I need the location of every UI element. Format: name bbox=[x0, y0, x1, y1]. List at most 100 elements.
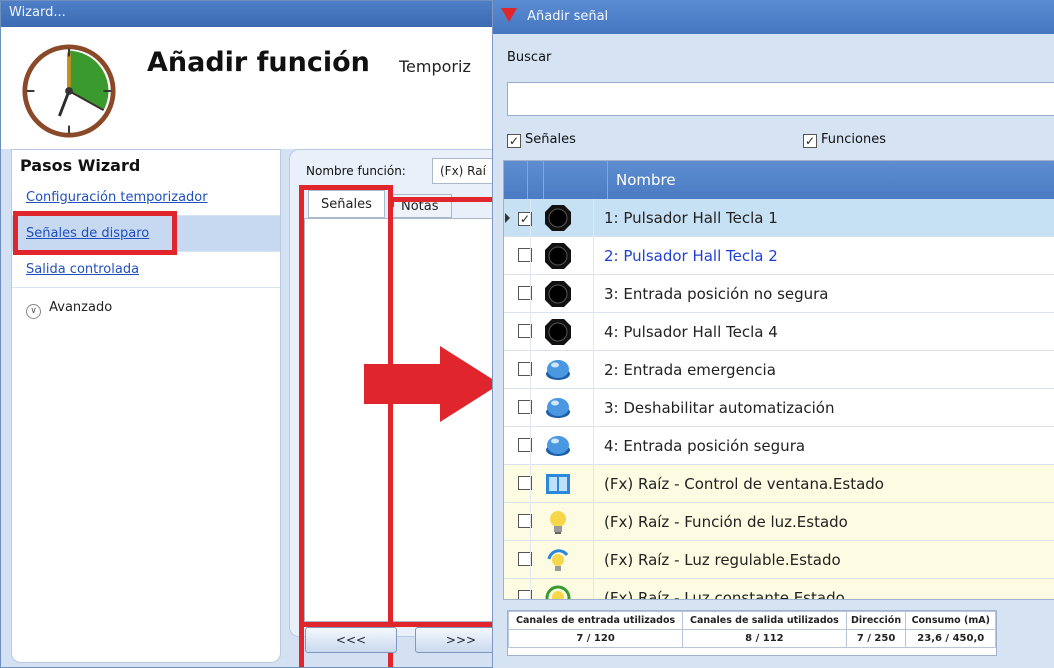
wizard-subheading: Temporiz bbox=[399, 57, 471, 76]
row-indicator bbox=[504, 199, 512, 237]
row-checkbox-cell bbox=[512, 437, 532, 454]
usage-stats-table: Canales de entrada utilizados Canales de… bbox=[507, 610, 997, 656]
wizard-heading: Añadir función bbox=[147, 47, 370, 78]
list-item[interactable]: 4: Pulsador Hall Tecla 4 bbox=[504, 312, 1054, 351]
filter-functions-label: Funciones bbox=[821, 132, 886, 147]
filter-signals-checkbox[interactable]: ✓ Señales bbox=[507, 132, 576, 148]
signals-grid: Nombre ✓ 1: Pulsador Hall Tecla 1 2: Pulsa… bbox=[503, 160, 1054, 600]
row-selector-icon bbox=[505, 212, 510, 223]
row-checkbox-cell bbox=[512, 285, 532, 302]
list-item[interactable]: 3: Deshabilitar automatización bbox=[504, 388, 1054, 427]
row-name: 4: Pulsador Hall Tecla 4 bbox=[604, 322, 778, 341]
row-icon-cell bbox=[530, 578, 594, 599]
grid-header-indicator bbox=[504, 161, 528, 199]
wizard-titlebar[interactable]: Wizard... bbox=[1, 1, 499, 27]
stats-value: 7 / 250 bbox=[845, 629, 907, 648]
steps-title: Pasos Wizard bbox=[20, 156, 141, 175]
row-checkbox-cell bbox=[512, 551, 532, 568]
row-icon-cell bbox=[530, 388, 594, 427]
blue-pushbutton-icon bbox=[545, 395, 571, 421]
row-icon-cell bbox=[530, 274, 594, 313]
row-name: 2: Pulsador Hall Tecla 2 bbox=[604, 246, 778, 265]
stats-header: Canales de salida utilizados bbox=[682, 611, 847, 630]
clock-icon bbox=[22, 44, 116, 138]
list-item[interactable]: 2: Entrada emergencia bbox=[504, 350, 1054, 389]
row-name: (Fx) Raíz - Función de luz.Estado bbox=[604, 512, 848, 531]
list-item[interactable]: ✓ 1: Pulsador Hall Tecla 1 bbox=[504, 198, 1054, 237]
row-name: 2: Entrada emergencia bbox=[604, 360, 776, 379]
stats-value: 8 / 112 bbox=[682, 629, 847, 648]
hall-button-icon bbox=[545, 318, 571, 345]
row-checkbox-cell bbox=[512, 475, 532, 492]
grid-rows: ✓ 1: Pulsador Hall Tecla 1 2: Pulsador Hal… bbox=[504, 198, 1054, 600]
row-icon-cell bbox=[530, 312, 594, 351]
checkbox-checked-icon: ✓ bbox=[507, 134, 521, 148]
arrow-right-icon bbox=[364, 346, 500, 422]
add-signal-titlebar[interactable]: Añadir señal bbox=[493, 0, 1054, 34]
highlight-box-top bbox=[389, 197, 501, 207]
grid-header-name[interactable]: Nombre bbox=[608, 161, 684, 199]
checkbox-checked-icon: ✓ bbox=[803, 134, 817, 148]
stats-value: 7 / 120 bbox=[507, 629, 684, 648]
row-name: 4: Entrada posición segura bbox=[604, 436, 806, 455]
row-name: 3: Deshabilitar automatización bbox=[604, 398, 835, 417]
highlight-box-step bbox=[13, 211, 177, 255]
stats-value: 23,6 / 450,0 bbox=[905, 629, 996, 648]
row-indicator bbox=[504, 389, 512, 427]
row-checkbox-cell bbox=[512, 513, 532, 530]
row-indicator bbox=[504, 237, 512, 275]
row-name: (Fx) Raíz - Control de ventana.Estado bbox=[604, 474, 884, 493]
list-item[interactable]: (Fx) Raíz - Luz constante.Estado bbox=[504, 578, 1054, 600]
hall-button-icon bbox=[545, 242, 571, 269]
hall-button-icon bbox=[545, 204, 571, 231]
list-item[interactable]: (Fx) Raíz - Función de luz.Estado bbox=[504, 502, 1054, 541]
row-icon-cell bbox=[530, 350, 594, 389]
step-salida-controlada[interactable]: Salida controlada bbox=[12, 252, 280, 288]
list-item[interactable]: (Fx) Raíz - Luz regulable.Estado bbox=[504, 540, 1054, 579]
row-indicator bbox=[504, 275, 512, 313]
grid-header-check[interactable] bbox=[528, 161, 544, 199]
highlight-box-bottom bbox=[299, 617, 501, 627]
search-input[interactable] bbox=[507, 82, 1054, 116]
wizard-header: Añadir función Temporiz bbox=[1, 27, 499, 149]
row-name: 1: Pulsador Hall Tecla 1 bbox=[604, 208, 778, 227]
row-indicator bbox=[504, 579, 512, 600]
advanced-expander[interactable]: ∨ Avanzado bbox=[26, 300, 112, 319]
search-label: Buscar bbox=[507, 50, 552, 65]
filter-functions-checkbox[interactable]: ✓ Funciones bbox=[803, 132, 886, 148]
list-item[interactable]: (Fx) Raíz - Control de ventana.Estado bbox=[504, 464, 1054, 503]
row-icon-cell bbox=[530, 464, 594, 503]
row-icon-cell bbox=[530, 426, 594, 465]
row-checkbox-cell bbox=[512, 361, 532, 378]
row-icon-cell bbox=[530, 236, 594, 275]
chevron-down-icon: ∨ bbox=[26, 304, 41, 319]
list-item[interactable]: 4: Entrada posición segura bbox=[504, 426, 1054, 465]
row-indicator bbox=[504, 351, 512, 389]
row-checkbox-cell bbox=[512, 589, 532, 599]
row-checkbox-cell bbox=[512, 399, 532, 416]
add-signal-title: Añadir señal bbox=[527, 9, 609, 24]
list-item[interactable]: 3: Entrada posición no segura bbox=[504, 274, 1054, 313]
row-indicator bbox=[504, 427, 512, 465]
row-name: (Fx) Raíz - Luz constante.Estado bbox=[604, 588, 845, 600]
row-checkbox-cell bbox=[512, 323, 532, 340]
dropdown-triangle-icon bbox=[501, 8, 517, 22]
row-indicator bbox=[504, 313, 512, 351]
row-indicator bbox=[504, 465, 512, 503]
stats-header: Canales de entrada utilizados bbox=[507, 611, 684, 630]
window-icon bbox=[545, 471, 571, 497]
dimmable-light-icon bbox=[545, 547, 571, 573]
add-signal-window: Añadir señal Buscar ✓ Señales ✓ Funciones … bbox=[492, 0, 1054, 668]
row-icon-cell bbox=[530, 198, 594, 237]
back-button[interactable]: <<< bbox=[305, 627, 397, 653]
row-icon-cell bbox=[530, 540, 594, 579]
list-item[interactable]: 2: Pulsador Hall Tecla 2 bbox=[504, 236, 1054, 275]
function-name-label: Nombre función: bbox=[306, 164, 406, 178]
hall-button-icon bbox=[545, 280, 571, 307]
row-checkbox-cell bbox=[512, 247, 532, 264]
row-indicator bbox=[504, 503, 512, 541]
grid-header: Nombre bbox=[504, 161, 1054, 199]
grid-header-icon[interactable] bbox=[544, 161, 608, 199]
light-bulb-icon bbox=[545, 509, 571, 535]
row-checkbox-cell: ✓ bbox=[512, 210, 532, 226]
